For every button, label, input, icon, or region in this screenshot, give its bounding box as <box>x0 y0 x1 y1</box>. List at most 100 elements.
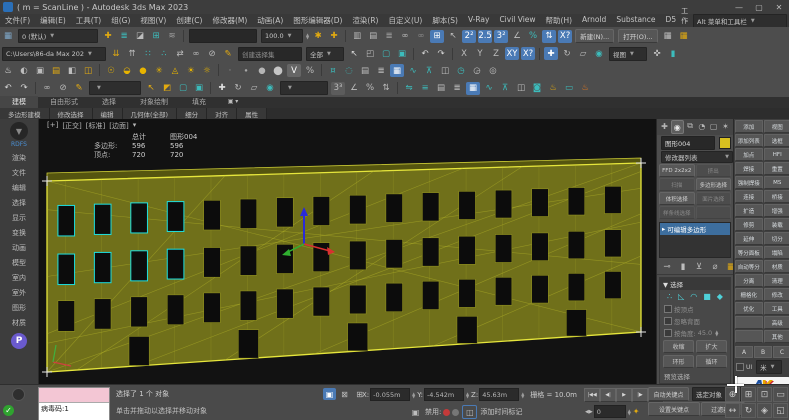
window-crossing-icon[interactable]: ▣ <box>395 47 409 60</box>
menu-item-8[interactable]: 图形编辑器(D) <box>288 15 347 26</box>
unit-dropdown[interactable]: 米▼ <box>756 360 782 374</box>
xref-toggle-icon[interactable]: X? <box>558 30 572 43</box>
menu-item-17[interactable]: D5 <box>661 15 682 26</box>
create-layer-icon[interactable]: ✚ <box>101 30 115 43</box>
workspace-dropdown[interactable]: Alt 菜单和工具栏▼ <box>693 14 787 28</box>
menu-item-0[interactable]: 文件(F) <box>0 15 35 26</box>
spline-select-button[interactable]: 样条线选择 <box>659 206 695 219</box>
move2-icon[interactable]: ✚ <box>215 82 229 95</box>
export-icon[interactable]: ⇈ <box>125 47 139 60</box>
time-slider-knob[interactable] <box>12 388 25 401</box>
pin-stack-icon[interactable]: ⊸ <box>660 260 674 273</box>
clipboard-icon[interactable]: ▥ <box>350 30 364 43</box>
auto-key-button[interactable]: 自动关键点 <box>648 387 689 401</box>
rotate-icon[interactable]: ↻ <box>560 47 574 60</box>
zoom-extents-icon[interactable]: ⊡ <box>757 387 772 402</box>
snap-3d-icon[interactable]: 3² <box>494 30 508 43</box>
link-chain-icon[interactable]: ∞ <box>398 30 412 43</box>
lamp-icon[interactable]: ¤ <box>326 64 340 77</box>
layer-manager-icon[interactable]: ≣ <box>117 30 131 43</box>
plugin-button-r-15[interactable]: 其他 <box>764 330 789 343</box>
menu-item-16[interactable]: Substance <box>611 15 660 26</box>
stack-item-editable-poly[interactable]: ▸ 可编辑多边形 <box>660 223 730 235</box>
sidebar-item-7[interactable]: 模型 <box>12 255 26 270</box>
percent-dropdown[interactable]: 100.0▼ <box>261 29 303 43</box>
clock-icon[interactable]: ◶ <box>470 64 484 77</box>
stack-expand-arrow[interactable]: ▸ <box>662 225 665 233</box>
ribbon-panel-6[interactable]: 属性 <box>237 108 267 119</box>
y-spinner[interactable]: ▲▼ <box>466 392 469 398</box>
add-time-tag[interactable]: 添加时间标记 <box>480 407 522 417</box>
plugin-abc-button-0[interactable]: A <box>735 346 753 358</box>
shading-mid-icon[interactable]: ∙ <box>239 64 253 77</box>
percent-snap2-icon[interactable]: % <box>363 82 377 95</box>
sidebar-item-8[interactable]: 室内 <box>12 270 26 285</box>
plugin-button-r-5[interactable]: 桥接 <box>764 190 789 203</box>
maxscript-mini-listener[interactable]: 病毒码:1 <box>38 387 110 420</box>
render-production-icon[interactable]: ♨ <box>578 82 592 95</box>
plugin-button-l-5[interactable]: 连接 <box>735 190 763 203</box>
pick-layer-icon[interactable]: ◪ <box>133 30 147 43</box>
pick-byname-icon[interactable]: ◩ <box>160 82 174 95</box>
scale2-icon[interactable]: ▱ <box>247 82 261 95</box>
ribbon-panel-3[interactable]: 几何体(全部) <box>123 108 178 119</box>
frame-step-icon[interactable]: ◀▶ <box>585 409 593 415</box>
gear-light-icon[interactable]: ✳ <box>152 64 166 77</box>
add-to-layer-icon[interactable]: ⊞ <box>149 30 163 43</box>
ribbon-panel-4[interactable]: 细分 <box>177 108 207 119</box>
poly-select-button[interactable]: 多边形选择 <box>696 178 732 191</box>
plugin-button-l-11[interactable]: 分离 <box>735 274 763 287</box>
plugin-button-r-13[interactable]: 工具 <box>764 302 789 315</box>
menu-item-3[interactable]: 组(G) <box>106 15 135 26</box>
plugin-button-l-3[interactable]: 焊接 <box>735 162 763 175</box>
sidebar-item-1[interactable]: 文件 <box>12 165 26 180</box>
stack-icon[interactable]: ≣ <box>382 30 396 43</box>
ring-button[interactable]: 环形 <box>663 355 694 368</box>
polygon-icon[interactable]: ■ <box>703 292 711 301</box>
sweep-button[interactable]: 扫描 <box>659 178 695 191</box>
manipulate-icon[interactable]: ✜ <box>650 47 664 60</box>
frame-spinner[interactable]: ▲▼ <box>628 409 631 415</box>
menu-item-5[interactable]: 创建(C) <box>171 15 207 26</box>
z-spinner[interactable]: ▲▼ <box>521 392 524 398</box>
camera-icon[interactable]: ▣ <box>33 64 47 77</box>
viewport-label-segment-0[interactable]: [+] <box>47 121 58 131</box>
named-sets-dropdown[interactable]: ▼ <box>89 81 141 95</box>
sidebar-item-3[interactable]: 选择 <box>12 195 26 210</box>
reference-coord-dropdown[interactable]: ▼ <box>280 81 328 95</box>
plugin-button-r-0[interactable]: 视图 <box>764 120 789 133</box>
plugin-button-r-11[interactable]: 清理 <box>764 274 789 287</box>
sidebar-item-10[interactable]: 图形 <box>12 300 26 315</box>
percent-spinner[interactable]: ▲▼ <box>306 33 309 39</box>
border-icon[interactable]: ◠ <box>690 292 697 301</box>
render-setup-icon[interactable]: ♨ <box>546 82 560 95</box>
mirror-tool-icon[interactable]: ⇄ <box>173 47 187 60</box>
plugin-button-l-6[interactable]: 扩造 <box>735 204 763 217</box>
viewport-label-segment-3[interactable]: [边面] <box>109 121 128 131</box>
snap-25d-icon[interactable]: 2.5 <box>478 30 492 43</box>
z-coordinate-field[interactable]: 45.63m <box>479 388 519 401</box>
empty-slot-button[interactable] <box>696 206 732 219</box>
unlink-chain-icon[interactable]: ∞ <box>414 30 428 43</box>
mirror-icon[interactable]: ⇋ <box>402 82 416 95</box>
rect-region-icon[interactable]: ▢ <box>379 47 393 60</box>
save-icon[interactable]: ▦ <box>661 30 675 43</box>
plugin-button-l-10[interactable]: 自动等分 <box>735 260 763 273</box>
angle-snap-icon[interactable]: ∠ <box>510 30 524 43</box>
play-button[interactable]: ▶ <box>616 388 632 402</box>
sidebar-item-4[interactable]: 显示 <box>12 210 26 225</box>
sidebar-item-2[interactable]: 编辑 <box>12 180 26 195</box>
plus-icon[interactable]: ✚ <box>327 30 341 43</box>
key-icon[interactable]: ✦ <box>633 407 640 416</box>
isolate-toggle-icon[interactable]: ▣ <box>323 388 336 400</box>
menu-item-2[interactable]: 工具(T) <box>71 15 106 26</box>
selection-filter-dropdown[interactable]: 全部▼ <box>306 47 344 61</box>
dope-sheet-icon[interactable]: ⊼ <box>422 64 436 77</box>
viewport-menu-arrow[interactable]: ▾ <box>133 121 137 131</box>
bind2-icon[interactable]: ✎ <box>72 82 86 95</box>
scene-states-icon[interactable]: ◫ <box>81 64 95 77</box>
plugin-button-l-1[interactable]: 添加列表 <box>735 134 763 147</box>
xy-plane-button[interactable]: XY <box>505 47 519 60</box>
go-start-button[interactable]: |◀◀ <box>584 388 600 402</box>
motion-tab-icon[interactable]: ◔ <box>696 120 707 132</box>
